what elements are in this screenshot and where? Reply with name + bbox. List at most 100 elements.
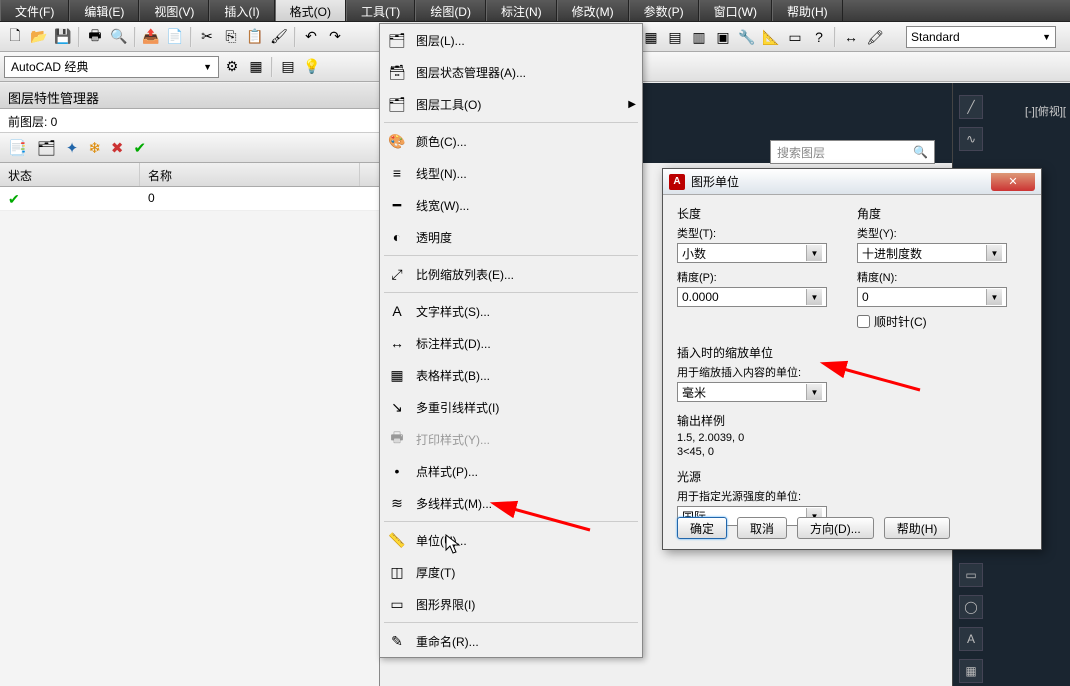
dim-style-icon[interactable]: ↔: [840, 26, 862, 48]
paste-icon[interactable]: 📋: [244, 26, 266, 48]
tool-b-icon[interactable]: ▤: [664, 26, 686, 48]
freeze-layer-icon[interactable]: ❄: [88, 139, 101, 157]
menu-item-linetype[interactable]: ≡线型(N)...: [380, 157, 642, 189]
new-file-icon[interactable]: 🗋: [4, 26, 26, 48]
menu-item-label: 图形界限(I): [416, 596, 475, 613]
ok-button[interactable]: 确定: [677, 517, 727, 539]
tool-a-icon[interactable]: ▦: [640, 26, 662, 48]
undo-icon[interactable]: ↶: [300, 26, 322, 48]
app-icon: A: [669, 174, 685, 190]
menu-item-layers-state[interactable]: 🗃图层状态管理器(A)...: [380, 56, 642, 88]
print-icon[interactable]: 🖶: [84, 26, 106, 48]
tool-e-icon[interactable]: 🔧: [736, 26, 758, 48]
plot-icon[interactable]: 📄: [164, 26, 186, 48]
clockwise-checkbox[interactable]: 顺时针(C): [857, 313, 1017, 330]
menu-view[interactable]: 视图(V): [139, 0, 209, 21]
line-tool-icon[interactable]: ╱: [959, 95, 983, 119]
tool-c-icon[interactable]: ▥: [688, 26, 710, 48]
text-tool-icon[interactable]: A: [959, 627, 983, 651]
layer-name-cell: 0: [140, 187, 360, 210]
tool-d-icon[interactable]: ▣: [712, 26, 734, 48]
menu-parametric[interactable]: 参数(P): [629, 0, 699, 21]
set-current-icon[interactable]: ✔: [133, 139, 146, 157]
help-button[interactable]: 帮助(H): [884, 517, 951, 539]
direction-button[interactable]: 方向(D)...: [797, 517, 874, 539]
menu-item-mline[interactable]: ≋多线样式(M)...: [380, 487, 642, 519]
col-status[interactable]: 状态: [0, 163, 140, 186]
help-icon[interactable]: ?: [808, 26, 830, 48]
menu-item-color[interactable]: 🎨颜色(C)...: [380, 125, 642, 157]
new-filter-icon[interactable]: 📑: [8, 139, 27, 157]
menu-item-print[interactable]: 🖶打印样式(Y)...: [380, 423, 642, 455]
col-name[interactable]: 名称: [140, 163, 360, 186]
cancel-button[interactable]: 取消: [737, 517, 787, 539]
redo-icon[interactable]: ↷: [324, 26, 346, 48]
menu-file[interactable]: 文件(F): [0, 0, 69, 21]
menu-item-rename[interactable]: ✎重命名(R)...: [380, 625, 642, 657]
rect-tool-icon[interactable]: ▭: [959, 563, 983, 587]
layer-properties-panel: 图层特性管理器 前图层: 0 📑 🗂 ✦ ❄ ✖ ✔ 状态 名称 ✔ 0: [0, 83, 380, 686]
open-file-icon[interactable]: 📂: [28, 26, 50, 48]
menu-item-layers-tools[interactable]: 🗂图层工具(O)▶: [380, 88, 642, 120]
panel-toolbar: 📑 🗂 ✦ ❄ ✖ ✔: [0, 133, 379, 163]
copy-icon[interactable]: ⎘: [220, 26, 242, 48]
menu-format[interactable]: 格式(O): [275, 0, 346, 21]
dialog-titlebar[interactable]: A 图形单位 ✕: [663, 169, 1041, 195]
insert-scale-group: 插入时的缩放单位 用于缩放插入内容的单位: 毫米▼: [663, 344, 1041, 402]
angle-type-combo[interactable]: 十进制度数▼: [857, 243, 1007, 263]
length-type-combo[interactable]: 小数▼: [677, 243, 827, 263]
menu-item-label: 图层工具(O): [416, 96, 481, 113]
menu-draw[interactable]: 绘图(D): [415, 0, 486, 21]
cut-icon[interactable]: ✂: [196, 26, 218, 48]
menu-item-transparency[interactable]: ◐透明度: [380, 221, 642, 253]
grid-tool-icon[interactable]: ▦: [959, 659, 983, 683]
menu-insert[interactable]: 插入(I): [209, 0, 274, 21]
menu-item-thickness[interactable]: ◫厚度(T): [380, 556, 642, 588]
tool-f-icon[interactable]: 📐: [760, 26, 782, 48]
insert-units-combo[interactable]: 毫米▼: [677, 382, 827, 402]
menu-bar: 文件(F) 编辑(E) 视图(V) 插入(I) 格式(O) 工具(T) 绘图(D…: [0, 0, 1070, 22]
layer-toggle-icon[interactable]: ▤: [277, 56, 299, 78]
table-row[interactable]: ✔ 0: [0, 187, 379, 211]
menu-item-lineweight[interactable]: ━线宽(W)...: [380, 189, 642, 221]
sample-line2: 3<45, 0: [677, 446, 1027, 458]
menu-dimension[interactable]: 标注(N): [486, 0, 557, 21]
menu-item-text[interactable]: A文字样式(S)...: [380, 295, 642, 327]
menu-separator: [384, 521, 638, 522]
delete-layer-icon[interactable]: ✖: [111, 139, 124, 157]
match-icon[interactable]: 🖌: [268, 26, 290, 48]
menu-item-mleader[interactable]: ↘多重引线样式(I): [380, 391, 642, 423]
menu-tools[interactable]: 工具(T): [346, 0, 415, 21]
circle-tool-icon[interactable]: ◯: [959, 595, 983, 619]
publish-icon[interactable]: 📤: [140, 26, 162, 48]
menu-item-layers[interactable]: 🗂图层(L)...: [380, 24, 642, 56]
search-layer-input[interactable]: 搜索图层 🔍: [770, 140, 935, 164]
menu-item-dim[interactable]: ↔标注样式(D)...: [380, 327, 642, 359]
text-style-combo[interactable]: Standard ▼: [906, 26, 1056, 48]
menu-help[interactable]: 帮助(H): [772, 0, 843, 21]
menu-item-units[interactable]: 📏单位(U)...: [380, 524, 642, 556]
menu-item-scale[interactable]: ⤢比例缩放列表(E)...: [380, 258, 642, 290]
menu-item-point[interactable]: •点样式(P)...: [380, 455, 642, 487]
lightbulb-icon[interactable]: 💡: [301, 56, 323, 78]
preview-icon[interactable]: 🔍: [108, 26, 130, 48]
workspace-combo[interactable]: AutoCAD 经典 ▼: [4, 56, 219, 78]
menu-item-table[interactable]: ▦表格样式(B)...: [380, 359, 642, 391]
menu-window[interactable]: 窗口(W): [699, 0, 772, 21]
angle-precision-combo[interactable]: 0▼: [857, 287, 1007, 307]
menu-item-limits[interactable]: ▭图形界限(I): [380, 588, 642, 620]
menu-edit[interactable]: 编辑(E): [69, 0, 139, 21]
close-button[interactable]: ✕: [991, 173, 1035, 191]
new-layer-icon[interactable]: ✦: [66, 139, 79, 157]
brush-icon[interactable]: 🖍: [864, 26, 886, 48]
gear-icon[interactable]: ⚙: [221, 56, 243, 78]
polyline-tool-icon[interactable]: ∿: [959, 127, 983, 151]
tool-g-icon[interactable]: ▭: [784, 26, 806, 48]
workspace-icon[interactable]: ▦: [245, 56, 267, 78]
menu-modify[interactable]: 修改(M): [557, 0, 629, 21]
length-precision-combo[interactable]: 0.0000▼: [677, 287, 827, 307]
menu-item-label: 表格样式(B)...: [416, 367, 490, 384]
save-icon[interactable]: 💾: [52, 26, 74, 48]
invert-filter-icon[interactable]: 🗂: [37, 139, 56, 157]
menu-item-label: 多重引线样式(I): [416, 399, 499, 416]
